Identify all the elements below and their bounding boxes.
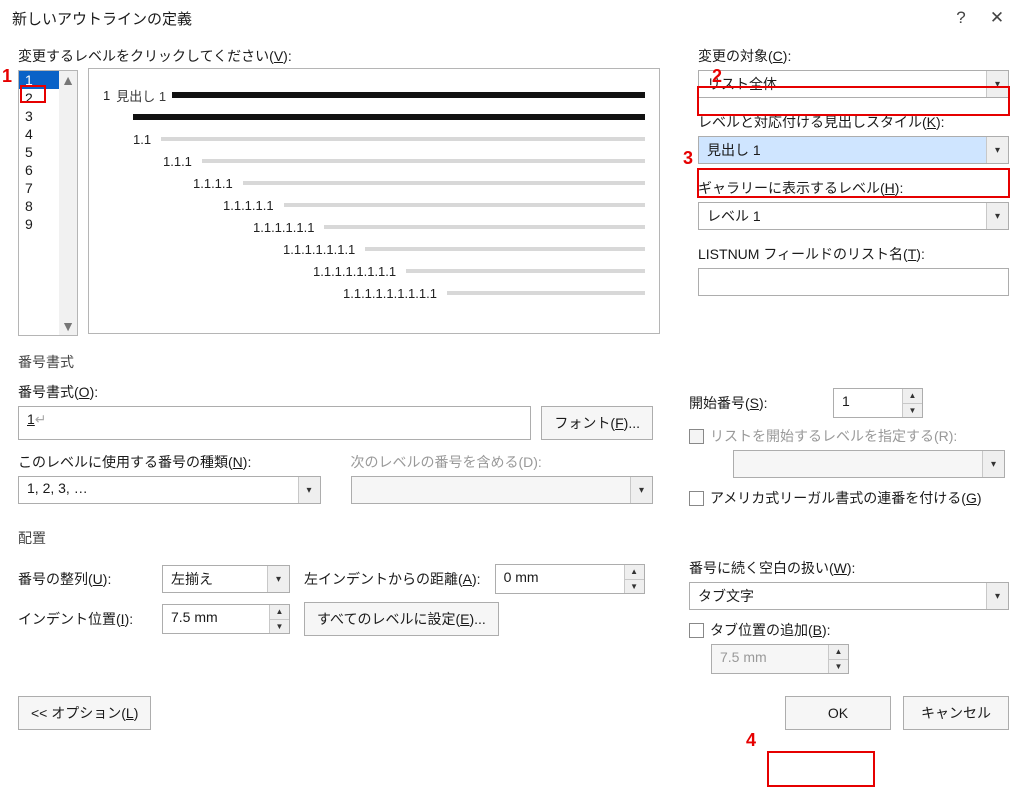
linkstyle-select[interactable]: 見出し 1▾ xyxy=(698,136,1009,164)
spin-up-icon[interactable]: ▲ xyxy=(903,389,922,404)
font-button[interactable]: フォント(F)... xyxy=(541,406,653,440)
indentat-spinner[interactable]: 7.5 mm ▲▼ xyxy=(162,604,290,634)
levels-label: 変更するレベルをクリックしてください(V): xyxy=(18,46,318,66)
chevron-down-icon: ▾ xyxy=(630,477,652,503)
spin-up-icon[interactable]: ▲ xyxy=(625,565,644,580)
annotation-4-box xyxy=(767,751,875,787)
chevron-down-icon: ▾ xyxy=(267,566,289,592)
chevron-down-icon: ▾ xyxy=(986,583,1008,609)
level-item[interactable]: 9 xyxy=(19,215,59,233)
numbertype-label: このレベルに使用する番号の種類(N): xyxy=(18,452,321,472)
restart-level-select: ▾ xyxy=(733,450,1005,478)
includenumber-label: 次のレベルの番号を含める(D): xyxy=(351,452,654,472)
tabadd-spinner: 7.5 mm ▲▼ xyxy=(711,644,849,674)
close-button[interactable]: ✕ xyxy=(979,0,1015,36)
chevron-down-icon: ▾ xyxy=(986,137,1008,163)
level-item[interactable]: 3 xyxy=(19,107,59,125)
legal-checkbox[interactable]: アメリカ式リーガル書式の連番を付ける(G) xyxy=(689,488,1009,508)
restart-checkbox: リストを開始するレベルを指定する(R): xyxy=(689,426,1009,446)
follownumber-label: 番号に続く空白の扱い(W): xyxy=(689,558,1009,578)
level-listbox[interactable]: 123456789 ▲▼ xyxy=(18,70,78,336)
listnum-input[interactable] xyxy=(698,268,1009,296)
chevron-down-icon: ▾ xyxy=(298,477,320,503)
position-group-title: 配置 xyxy=(18,528,1009,548)
numberformat-group-title: 番号書式 xyxy=(18,352,1009,372)
numbertype-select[interactable]: 1, 2, 3, …▾ xyxy=(18,476,321,504)
align-label: 番号の整列(U): xyxy=(18,569,148,589)
level-item[interactable]: 8 xyxy=(19,197,59,215)
align-select[interactable]: 左揃え▾ xyxy=(162,565,290,593)
listnum-label: LISTNUM フィールドのリスト名(T): xyxy=(698,244,1009,264)
numberformat-label: 番号書式(O): xyxy=(18,382,653,402)
titlebar: 新しいアウトラインの定義 ? ✕ xyxy=(0,0,1027,36)
applyto-label: 変更の対象(C): xyxy=(698,46,1009,66)
startat-spinner[interactable]: 1 ▲▼ xyxy=(833,388,923,418)
spin-up-icon[interactable]: ▲ xyxy=(270,605,289,620)
level-item[interactable]: 7 xyxy=(19,179,59,197)
follownumber-select[interactable]: タブ文字▾ xyxy=(689,582,1009,610)
spin-down-icon[interactable]: ▼ xyxy=(270,620,289,634)
indentat-label: インデント位置(I): xyxy=(18,609,148,629)
options-button[interactable]: << オプション(L) xyxy=(18,696,151,730)
level-item[interactable]: 4 xyxy=(19,125,59,143)
help-button[interactable]: ? xyxy=(943,0,979,36)
setall-button[interactable]: すべてのレベルに設定(E)... xyxy=(304,602,499,636)
dialog-title: 新しいアウトラインの定義 xyxy=(12,8,943,29)
ok-button[interactable]: OK xyxy=(785,696,891,730)
spin-down-icon: ▼ xyxy=(829,660,848,674)
spin-down-icon[interactable]: ▼ xyxy=(625,580,644,594)
linkstyle-label: レベルと対応付ける見出しスタイル(K): xyxy=(698,112,1009,132)
chevron-down-icon: ▾ xyxy=(986,71,1008,97)
tabadd-checkbox[interactable]: タブ位置の追加(B): xyxy=(689,620,1009,640)
cancel-button[interactable]: キャンセル xyxy=(903,696,1009,730)
chevron-down-icon: ▾ xyxy=(986,203,1008,229)
numberformat-input[interactable]: 1↵ xyxy=(18,406,531,440)
spin-down-icon[interactable]: ▼ xyxy=(903,404,922,418)
startat-label: 開始番号(S): xyxy=(689,393,819,413)
level-item[interactable]: 2 xyxy=(19,89,59,107)
outline-preview: 1見出し 11.11.1.11.1.1.11.1.1.1.11.1.1.1.1.… xyxy=(88,68,660,334)
level-item[interactable]: 5 xyxy=(19,143,59,161)
level-item[interactable]: 6 xyxy=(19,161,59,179)
includenumber-select: ▾ xyxy=(351,476,654,504)
spin-up-icon: ▲ xyxy=(829,645,848,660)
gallery-label: ギャラリーに表示するレベル(H): xyxy=(698,178,1009,198)
level-item[interactable]: 1 xyxy=(19,71,59,89)
chevron-down-icon: ▾ xyxy=(982,451,1004,477)
alignedat-spinner[interactable]: 0 mm ▲▼ xyxy=(495,564,645,594)
alignedat-label: 左インデントからの距離(A): xyxy=(304,569,481,589)
gallery-select[interactable]: レベル 1▾ xyxy=(698,202,1009,230)
level-scrollbar[interactable]: ▲▼ xyxy=(59,71,77,335)
applyto-select[interactable]: リスト全体▾ xyxy=(698,70,1009,98)
